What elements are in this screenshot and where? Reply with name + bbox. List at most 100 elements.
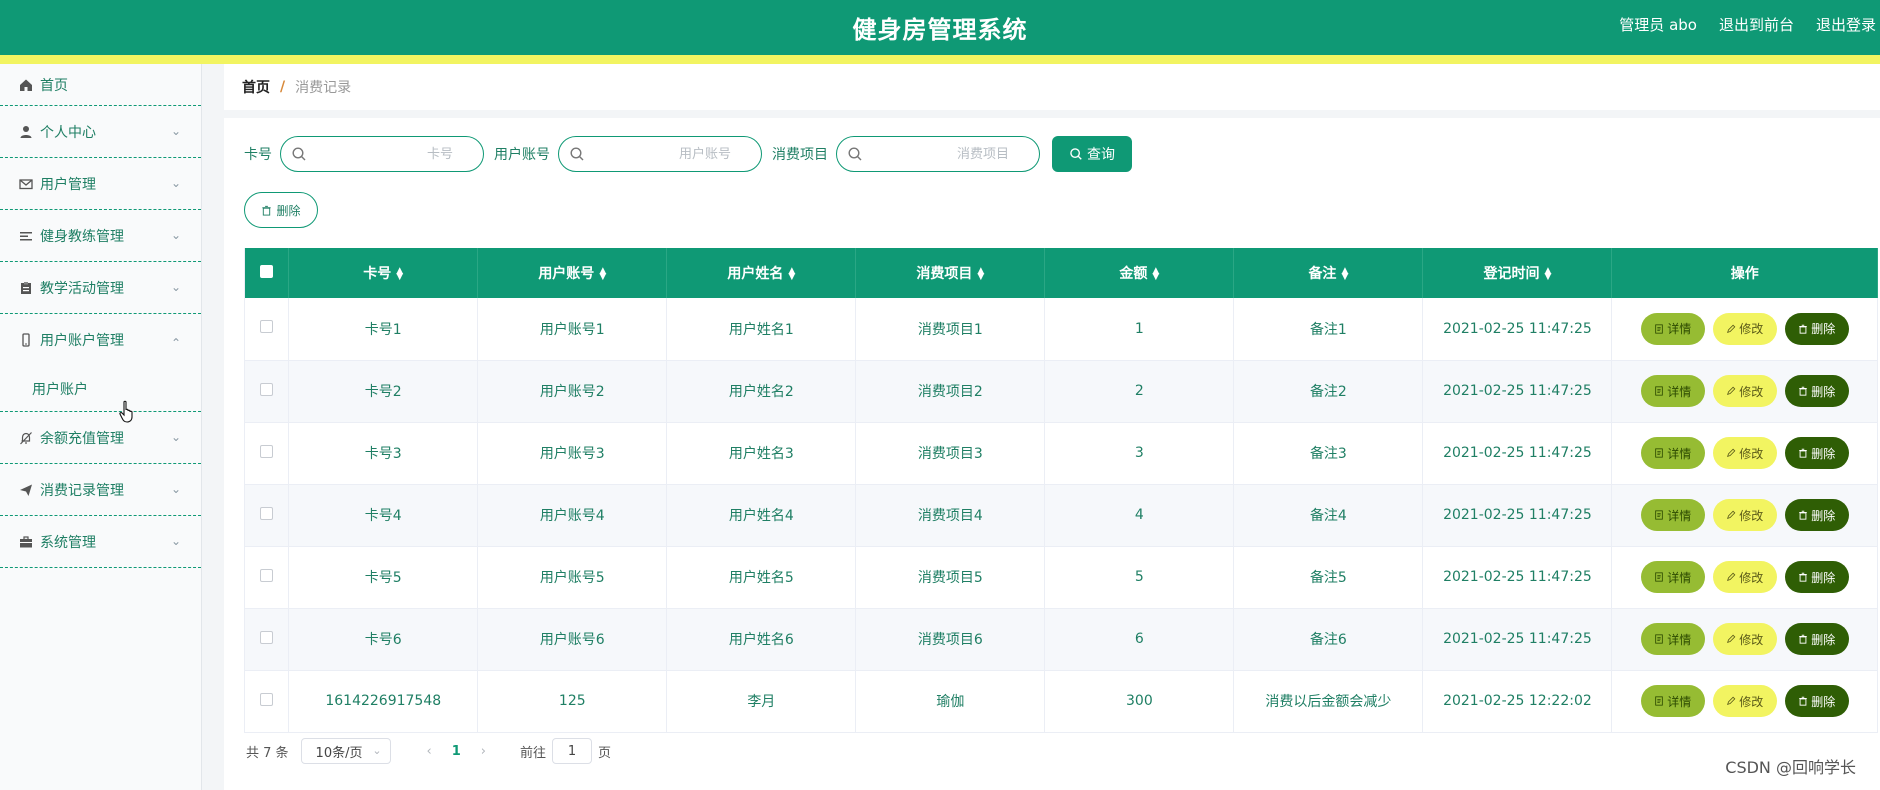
- column-header[interactable]: 金额 ▲ ▼: [1044, 248, 1235, 298]
- detail-button[interactable]: 详情: [1640, 437, 1705, 469]
- delete-button[interactable]: 删除: [1784, 437, 1849, 469]
- sidebar-item-coach-management[interactable]: 健身教练管理 ⌄: [0, 210, 201, 262]
- query-button[interactable]: 查询: [1052, 136, 1132, 172]
- detail-button[interactable]: 详情: [1640, 312, 1705, 345]
- sidebar-item-home[interactable]: 首页: [0, 64, 201, 106]
- sidebar-item-system-management[interactable]: 系统管理 ⌄: [0, 516, 201, 568]
- column-header[interactable]: 消费项目 ▲ ▼: [855, 248, 1046, 298]
- row-select-cell: [243, 608, 290, 671]
- chevron-down-icon: ⌄: [170, 280, 181, 294]
- sidebar-subitem-user-account[interactable]: 用户账户: [0, 366, 201, 412]
- column-header[interactable]: 备注 ▲ ▼: [1233, 248, 1424, 298]
- sidebar-item-label: 首页: [40, 77, 68, 94]
- delete-button[interactable]: 删除: [1784, 499, 1849, 531]
- sidebar-item-user-management[interactable]: 用户管理 ⌄: [0, 158, 201, 210]
- user-account-input[interactable]: [589, 139, 749, 169]
- detail-button[interactable]: 详情: [1640, 561, 1705, 593]
- delete-button[interactable]: 删除: [1784, 375, 1849, 407]
- detail-button[interactable]: 详情: [1640, 623, 1705, 655]
- admin-user-label: 管理员 abo: [1619, 16, 1697, 34]
- delete-button[interactable]: 删除: [1784, 685, 1849, 717]
- table-cell: 卡号1: [288, 298, 479, 361]
- edit-button[interactable]: 修改: [1712, 499, 1777, 531]
- breadcrumb-home[interactable]: 首页: [242, 77, 270, 97]
- column-header[interactable]: 登记时间 ▲ ▼: [1422, 248, 1613, 298]
- edit-button[interactable]: 修改: [1712, 685, 1777, 717]
- table-cell: 2021-02-25 11:47:25: [1422, 298, 1613, 361]
- search-bar: 卡号 用户账号 消费项目 查询: [244, 136, 1132, 172]
- table-cell: 用户姓名5: [666, 546, 857, 609]
- batch-delete-button[interactable]: 删除: [244, 192, 318, 228]
- sort-icon[interactable]: ▲ ▼: [977, 267, 984, 282]
- delete-button[interactable]: 删除: [1784, 312, 1849, 345]
- table-cell: 消费项目3: [855, 422, 1046, 485]
- edit-button[interactable]: 修改: [1712, 623, 1777, 655]
- search-icon: [1070, 148, 1082, 160]
- sidebar-item-account-management[interactable]: 用户账户管理 ⌃: [0, 314, 201, 366]
- card-number-input[interactable]: [311, 139, 471, 169]
- goto-page-input[interactable]: [552, 738, 593, 764]
- select-all-checkbox[interactable]: [260, 264, 274, 278]
- table-cell: 用户账号6: [477, 608, 668, 671]
- consumption-records-table: 卡号 ▲ ▼ 用户账号 ▲ ▼ 用户姓名 ▲ ▼ 消费项目 ▲ ▼ 金额 ▲ ▼ 备注 ▲ ▼ 登记时间…: [243, 248, 1878, 733]
- next-page-icon[interactable]: ›: [481, 744, 486, 759]
- page-size-select[interactable]: 10条/页 ⌄: [300, 738, 391, 764]
- edit-button[interactable]: 修改: [1712, 312, 1777, 345]
- sort-icon[interactable]: ▲ ▼: [1544, 267, 1551, 282]
- trash-icon: [1799, 634, 1807, 644]
- detail-button[interactable]: 详情: [1640, 685, 1705, 717]
- sort-icon[interactable]: ▲ ▼: [1341, 267, 1348, 282]
- exit-to-front-link[interactable]: 退出到前台: [1719, 14, 1794, 35]
- table-cell: 1: [1044, 298, 1235, 361]
- row-checkbox[interactable]: [260, 568, 274, 582]
- row-checkbox[interactable]: [260, 320, 274, 334]
- row-checkbox[interactable]: [260, 692, 274, 706]
- table-cell: 用户姓名1: [666, 298, 857, 361]
- table-cell: 卡号2: [288, 360, 479, 423]
- logout-link[interactable]: 退出登录: [1816, 14, 1876, 35]
- row-checkbox[interactable]: [260, 382, 274, 396]
- document-icon: [1655, 386, 1663, 396]
- prev-page-icon[interactable]: ‹: [427, 744, 432, 759]
- sort-icon[interactable]: ▲ ▼: [396, 267, 403, 282]
- table-cell: 消费项目1: [855, 298, 1046, 361]
- column-header[interactable]: 卡号 ▲ ▼: [288, 248, 479, 298]
- consumption-item-input[interactable]: [867, 139, 1027, 169]
- chevron-down-icon: ⌄: [170, 482, 181, 496]
- edit-button[interactable]: 修改: [1712, 561, 1777, 593]
- edit-button[interactable]: 修改: [1712, 437, 1777, 469]
- batch-delete-label: 删除: [276, 203, 301, 218]
- bell-off-icon: [18, 430, 34, 446]
- row-checkbox[interactable]: [260, 630, 274, 644]
- edit-button[interactable]: 修改: [1712, 375, 1777, 407]
- table-cell: 用户账号5: [477, 546, 668, 609]
- detail-button-label: 详情: [1667, 694, 1692, 709]
- delete-button[interactable]: 删除: [1784, 561, 1849, 593]
- sort-icon[interactable]: ▲ ▼: [788, 267, 795, 282]
- sidebar-item-consumption-management[interactable]: 消费记录管理 ⌄: [0, 464, 201, 516]
- main-content: 卡号 用户账号 消费项目 查询 删除 卡号 ▲▼: [224, 118, 1880, 790]
- detail-button[interactable]: 详情: [1640, 375, 1705, 407]
- sort-icon[interactable]: ▲ ▼: [599, 267, 606, 282]
- sidebar-item-recharge-management[interactable]: 余额充值管理 ⌄: [0, 412, 201, 464]
- column-header-label: 用户姓名: [727, 266, 784, 282]
- page-number[interactable]: 1: [452, 744, 461, 759]
- sort-icon[interactable]: ▲ ▼: [1152, 267, 1159, 282]
- edit-icon: [1727, 510, 1736, 519]
- column-header[interactable]: 用户姓名 ▲ ▼: [666, 248, 857, 298]
- detail-button-label: 详情: [1667, 508, 1692, 523]
- delete-button[interactable]: 删除: [1784, 623, 1849, 655]
- trash-icon: [1799, 572, 1807, 582]
- header-accent-stripe: [0, 55, 1880, 64]
- edit-icon: [1727, 634, 1736, 643]
- sidebar-item-activity-management[interactable]: 教学活动管理 ⌄: [0, 262, 201, 314]
- sidebar-item-personal-center[interactable]: 个人中心 ⌄: [0, 106, 201, 158]
- breadcrumb: 首页 / 消费记录: [224, 64, 1880, 110]
- watermark: CSDN @回响学长: [1725, 758, 1856, 777]
- hand-pointer-icon: [119, 400, 133, 423]
- row-checkbox[interactable]: [260, 506, 274, 520]
- breadcrumb-current: 消费记录: [295, 80, 352, 96]
- column-header[interactable]: 用户账号 ▲ ▼: [477, 248, 668, 298]
- row-checkbox[interactable]: [260, 444, 274, 458]
- detail-button[interactable]: 详情: [1640, 499, 1705, 531]
